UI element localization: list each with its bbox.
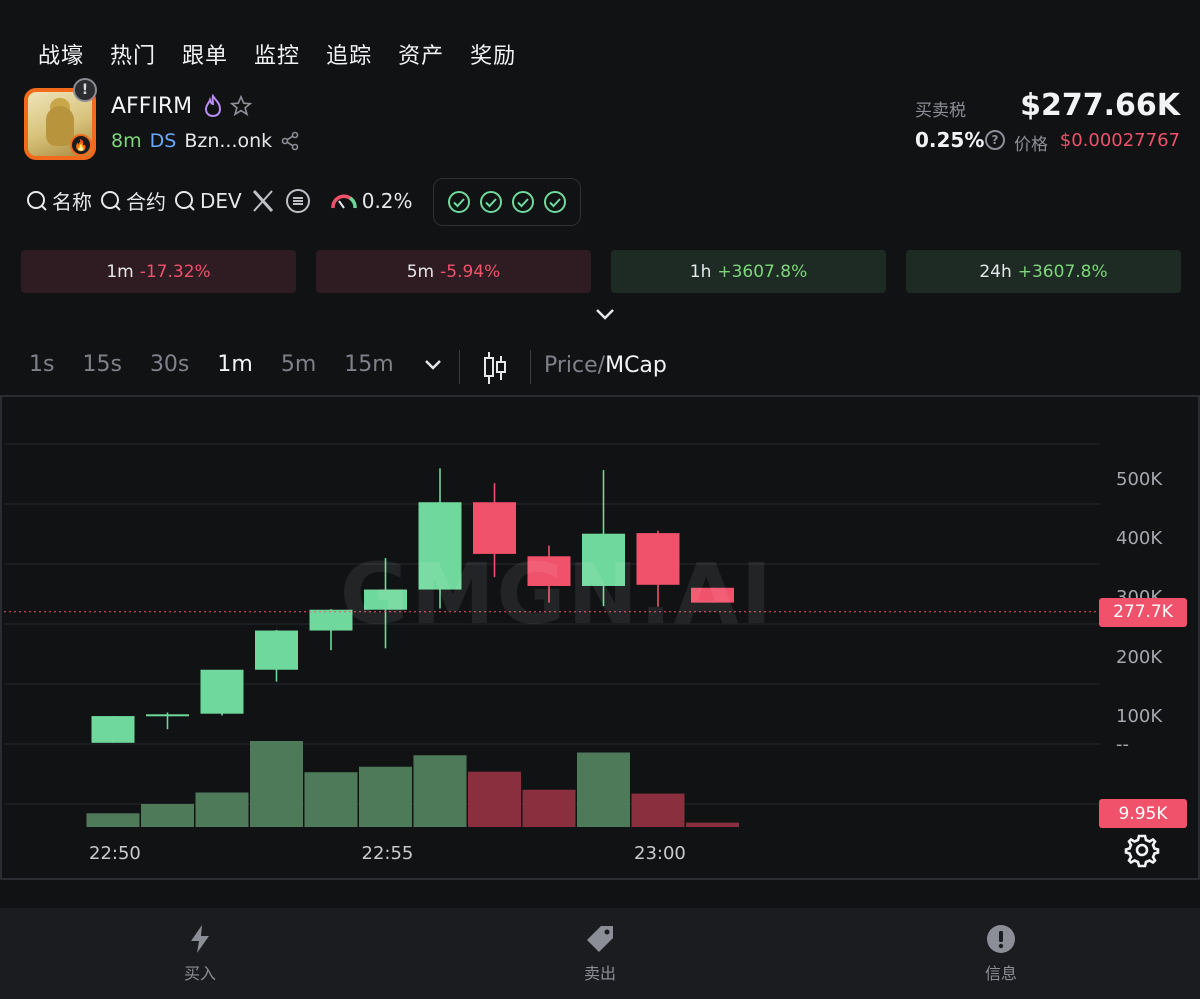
volume-bar (141, 803, 194, 827)
y-tick-label: 400K (1116, 528, 1163, 550)
y-tick-label: 200K (1116, 646, 1163, 668)
volume-bar (250, 741, 303, 827)
current-price-tag: 277.7K (1099, 597, 1187, 627)
volume-bar (359, 766, 412, 827)
lightning-icon (191, 924, 209, 953)
volume-bar (631, 793, 685, 827)
x-tick-label: 22:50 (89, 843, 141, 864)
volume-bar (195, 792, 249, 827)
sell-label: 卖出 (583, 963, 616, 983)
buy-button[interactable]: 买入 (130, 908, 270, 999)
volume-bar (86, 813, 140, 827)
y-tick-label: 100K (1116, 706, 1163, 728)
info-button[interactable]: 信息 (931, 908, 1071, 999)
buy-label: 买入 (183, 963, 216, 983)
candlestick-chart[interactable] (0, 0, 1200, 999)
candle-body (146, 714, 189, 717)
volume-bar (577, 752, 630, 827)
sell-button[interactable]: 卖出 (530, 908, 670, 999)
volume-axis-label: -- (1116, 734, 1129, 755)
info-label: 信息 (984, 963, 1017, 983)
y-tick-label: 500K (1116, 468, 1163, 490)
candle-body (255, 630, 298, 670)
info-alert-icon (987, 924, 1015, 953)
candle-body (200, 669, 244, 714)
price-tag-icon (587, 925, 613, 952)
volume-bar (522, 789, 576, 827)
candle-body (91, 716, 135, 743)
bottom-action-bar: 买入 卖出 信息 (0, 908, 1200, 999)
current-volume-tag: 9.95K (1099, 799, 1187, 828)
volume-bar (413, 755, 467, 827)
chart-watermark: GMGN.AI (340, 545, 774, 643)
volume-bar (686, 822, 739, 827)
volume-bar (304, 772, 358, 827)
chart-settings-gear-icon[interactable] (1124, 832, 1160, 868)
x-tick-label: 23:00 (634, 843, 686, 864)
volume-bar (468, 771, 521, 827)
x-tick-label: 22:55 (361, 843, 414, 864)
